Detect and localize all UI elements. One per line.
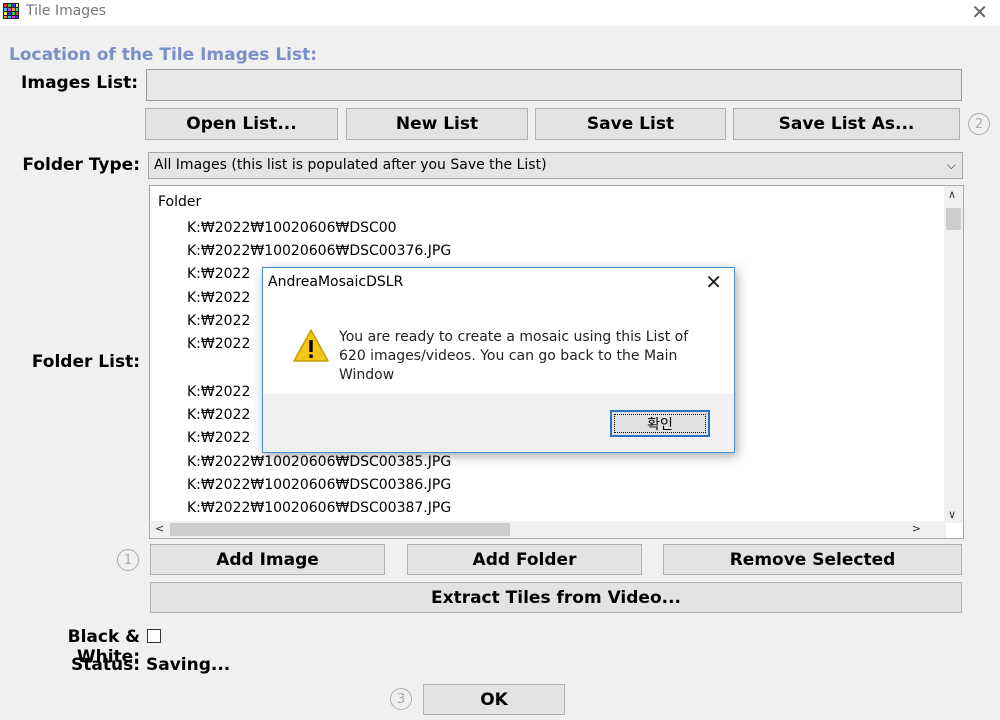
save-list-button[interactable]: Save List: [535, 108, 726, 140]
list-item[interactable]: K:₩2022₩10020606₩DSC00376.JPG: [187, 243, 451, 259]
window-title: Tile Images: [26, 3, 107, 19]
list-item[interactable]: K:₩2022₩10020606₩DSC00387.JPG: [187, 500, 451, 516]
scroll-right-icon[interactable]: >: [912, 522, 921, 535]
save-list-as-button[interactable]: Save List As...: [733, 108, 960, 140]
list-item[interactable]: K:₩2022: [187, 336, 250, 352]
list-column-header: Folder: [158, 194, 202, 210]
dialog-footer: 확인: [263, 394, 734, 452]
list-item[interactable]: K:₩2022: [187, 407, 250, 423]
dialog-close-button[interactable]: ✕: [705, 270, 722, 294]
ok-button[interactable]: OK: [423, 684, 565, 715]
status-label: Status:: [71, 655, 140, 675]
extract-video-button[interactable]: Extract Tiles from Video...: [150, 582, 962, 613]
list-item[interactable]: K:₩2022: [187, 290, 250, 306]
window-close-button[interactable]: ✕: [971, 0, 988, 24]
list-item[interactable]: K:₩2022: [187, 313, 250, 329]
images-list-field[interactable]: [146, 69, 962, 101]
open-list-button[interactable]: Open List...: [145, 108, 338, 140]
vertical-scroll-thumb[interactable]: [946, 208, 961, 230]
folder-type-select[interactable]: All Images (this list is populated after…: [148, 152, 963, 179]
remove-selected-button[interactable]: Remove Selected: [663, 544, 962, 575]
list-item[interactable]: K:₩2022: [187, 430, 250, 446]
folder-list-label: Folder List:: [31, 352, 140, 372]
add-image-button[interactable]: Add Image: [150, 544, 385, 575]
app-grid-icon: [3, 3, 19, 19]
folder-type-value: All Images (this list is populated after…: [154, 157, 547, 173]
horizontal-scroll-thumb[interactable]: [170, 523, 510, 536]
warning-icon: [293, 329, 329, 362]
window-title-bar: Tile Images ✕: [0, 0, 1000, 26]
dialog-message: You are ready to create a mosaic using t…: [339, 329, 689, 383]
chevron-down-icon: ⌵: [946, 158, 956, 172]
scroll-up-icon[interactable]: ∧: [948, 188, 956, 201]
step-2-icon: 2: [968, 113, 990, 135]
vertical-scrollbar[interactable]: ∧ ∨: [944, 186, 963, 523]
list-item[interactable]: K:₩2022₩10020606₩DSC00386.JPG: [187, 477, 451, 493]
list-item[interactable]: K:₩2022: [187, 266, 250, 282]
step-1-icon: 1: [117, 549, 139, 571]
folder-type-label: Folder Type:: [22, 155, 140, 175]
images-list-label: Images List:: [21, 73, 138, 93]
list-item[interactable]: K:₩2022: [187, 384, 250, 400]
add-folder-button[interactable]: Add Folder: [407, 544, 642, 575]
status-value: Saving...: [146, 655, 231, 675]
list-item[interactable]: K:₩2022₩10020606₩DSC00: [187, 220, 397, 236]
new-list-button[interactable]: New List: [346, 108, 528, 140]
horizontal-scrollbar[interactable]: < >: [150, 521, 946, 538]
dialog-confirm-button[interactable]: 확인: [610, 410, 710, 437]
dialog-title: AndreaMosaicDSLR: [268, 274, 404, 290]
black-white-checkbox[interactable]: [147, 629, 161, 643]
step-3-icon: 3: [390, 688, 412, 710]
section-title: Location of the Tile Images List:: [9, 45, 318, 65]
scroll-down-icon[interactable]: ∨: [948, 508, 956, 521]
scroll-left-icon[interactable]: <: [155, 522, 164, 535]
list-item[interactable]: K:₩2022₩10020606₩DSC00385.JPG: [187, 454, 451, 470]
message-dialog: AndreaMosaicDSLR ✕ You are ready to crea…: [262, 267, 735, 453]
